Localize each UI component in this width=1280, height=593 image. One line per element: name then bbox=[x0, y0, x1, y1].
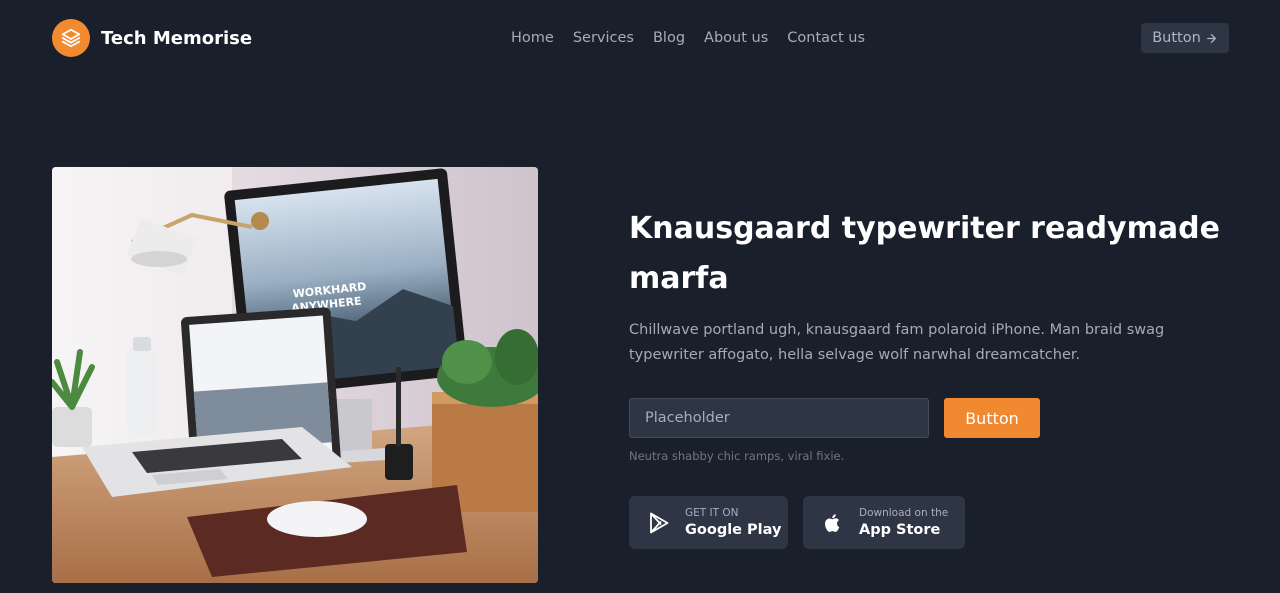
site-header: Tech Memorise Home Services Blog About u… bbox=[0, 0, 1280, 78]
hero-headline: Knausgaard typewriter readymade marfa bbox=[629, 211, 1220, 296]
apple-icon bbox=[821, 511, 845, 535]
app-store-label: App Store bbox=[859, 521, 941, 538]
google-play-label: Google Play bbox=[685, 521, 782, 538]
layers-logo-icon bbox=[52, 19, 90, 57]
arrow-right-icon bbox=[1206, 33, 1216, 43]
nav-home[interactable]: Home bbox=[511, 28, 554, 48]
google-play-button[interactable]: GET IT ON Google Play bbox=[629, 496, 788, 549]
google-play-text: GET IT ON Google Play bbox=[685, 506, 781, 540]
google-play-small-label: GET IT ON bbox=[685, 506, 739, 519]
play-store-icon bbox=[647, 511, 671, 535]
brand-name: Tech Memorise bbox=[101, 27, 253, 49]
hero-input[interactable] bbox=[629, 398, 929, 438]
app-store-small-label: Download on the bbox=[859, 506, 949, 519]
hero-image: WORKHARD ANYWHERE bbox=[52, 167, 538, 583]
hero-button[interactable]: Button bbox=[944, 398, 1040, 438]
hero-note: Neutra shabby chic ramps, viral fixie. bbox=[629, 449, 845, 463]
app-store-text: Download on the App Store bbox=[859, 506, 948, 540]
hero-lead-text: Chillwave portland ugh, knausgaard fam p… bbox=[629, 322, 1165, 363]
header-button[interactable]: Button bbox=[1141, 23, 1229, 53]
nav-services[interactable]: Services bbox=[573, 28, 634, 48]
nav-blog[interactable]: Blog bbox=[653, 28, 685, 48]
header-button-label: Button bbox=[1152, 30, 1201, 46]
main-nav: Home Services Blog About us Contact us bbox=[511, 28, 884, 48]
app-store-button[interactable]: Download on the App Store bbox=[803, 496, 965, 549]
nav-about-us[interactable]: About us bbox=[704, 28, 768, 48]
nav-contact-us[interactable]: Contact us bbox=[787, 28, 865, 48]
brand-link[interactable]: Tech Memorise bbox=[52, 19, 252, 57]
